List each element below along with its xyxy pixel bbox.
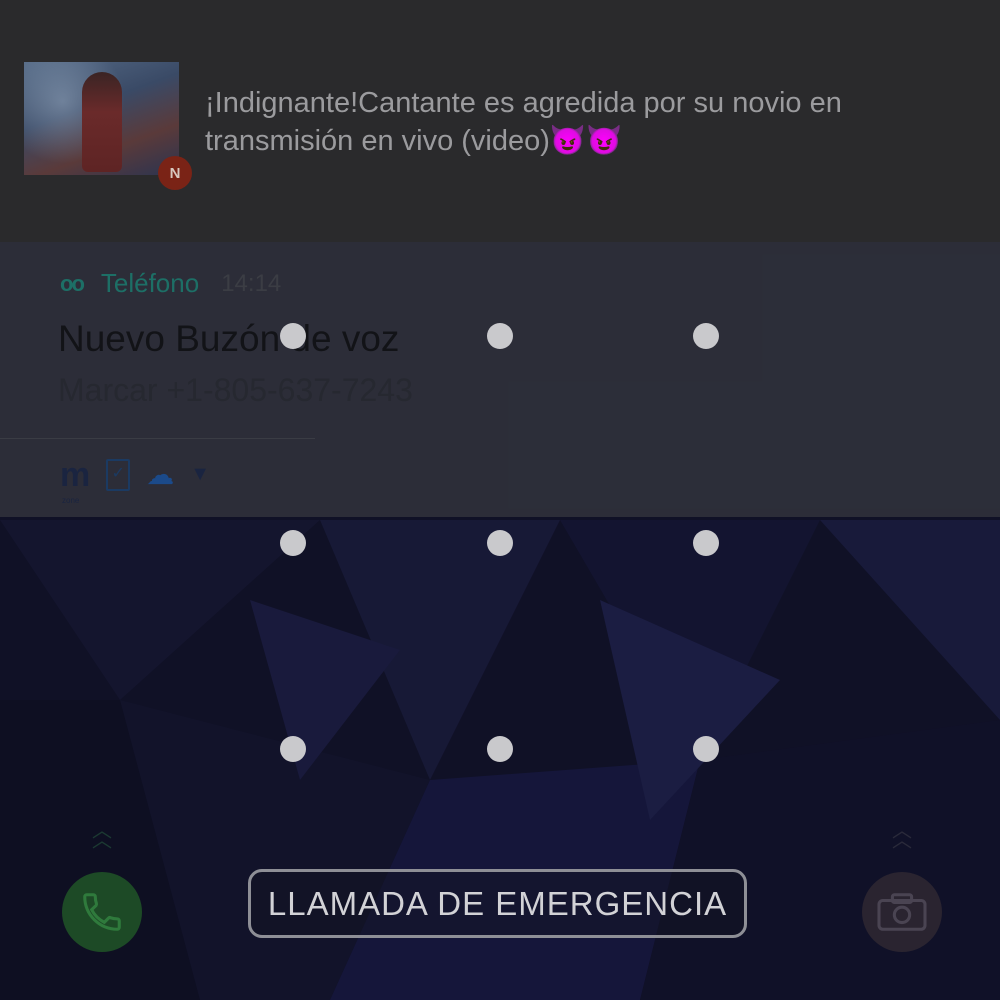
camera-shortcut[interactable] [862, 872, 942, 952]
pattern-dot-7[interactable] [280, 736, 306, 762]
chevron-down-icon[interactable]: ▼ [190, 463, 210, 486]
phone-shortcut[interactable] [62, 872, 142, 952]
news-notification[interactable]: N ¡Indignante!Cantante es agredida por s… [0, 0, 1000, 242]
m-zone-icon: m zone [60, 458, 90, 505]
emergency-call-button[interactable]: LLAMADA DE EMERGENCIA [248, 869, 747, 938]
camera-icon [877, 893, 927, 931]
voicemail-icon: oo [60, 270, 85, 296]
pattern-dot-1[interactable] [280, 323, 306, 349]
swipe-up-hint-right: ︿ ︿ [892, 820, 912, 852]
pattern-dot-9[interactable] [693, 736, 719, 762]
pattern-dot-6[interactable] [693, 530, 719, 556]
news-app-badge-icon: N [158, 156, 192, 190]
news-headline-text: ¡Indignante!Cantante es agredida por su … [205, 87, 842, 157]
cloud-icon: ☁ [146, 459, 175, 490]
notification-status-icons: m zone ✓ ☁ ▼ [60, 458, 210, 505]
notification-time: 14:14 [221, 269, 282, 297]
phone-icon [83, 893, 121, 931]
m-zone-label: zone [62, 495, 80, 505]
news-headline: ¡Indignante!Cantante es agredida por su … [205, 84, 965, 160]
thumbnail-singer [82, 72, 122, 172]
pattern-dot-4[interactable] [280, 530, 306, 556]
pattern-dot-3[interactable] [693, 323, 719, 349]
swipe-up-hint-left: ︿ ︿ [92, 820, 112, 852]
notification-divider [0, 438, 315, 439]
voicemail-title: Nuevo Buzón de voz [58, 318, 400, 359]
voicemail-notification-header: oo Teléfono 14:14 [60, 268, 281, 299]
voicemail-dial-action[interactable]: Marcar +1-805-637-7243 [58, 372, 413, 409]
pattern-dot-2[interactable] [487, 323, 513, 349]
checklist-icon: ✓ [106, 458, 131, 491]
pattern-dot-8[interactable] [487, 736, 513, 762]
news-thumbnail [24, 62, 179, 175]
devil-emoji: 😈😈 [549, 125, 623, 157]
phone-app-name: Teléfono [100, 268, 200, 298]
pattern-dot-5[interactable] [487, 530, 513, 556]
